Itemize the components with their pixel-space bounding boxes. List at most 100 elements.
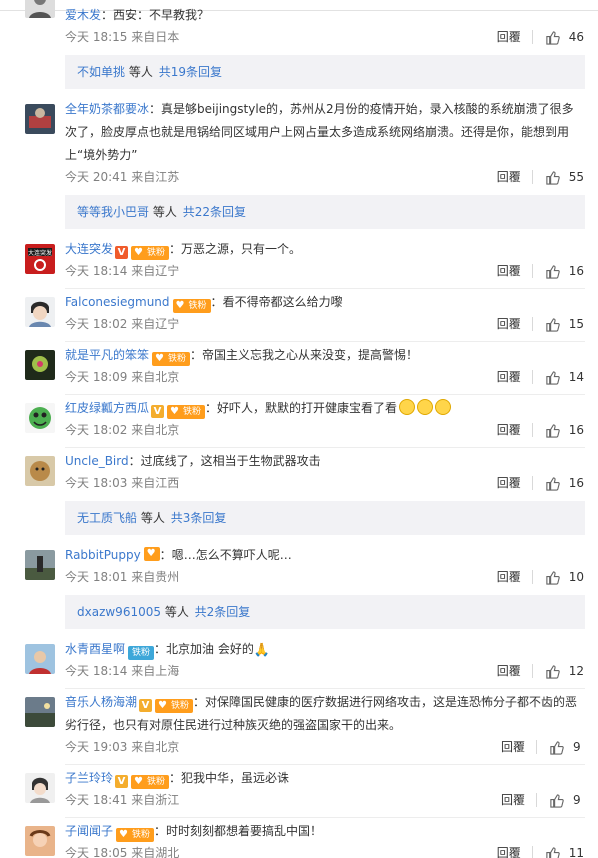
comment-meta: 今天 20:41 来自江苏 bbox=[65, 170, 180, 184]
comment-actions: 回覆 15 bbox=[497, 316, 584, 332]
reply-button[interactable]: 回覆 bbox=[497, 569, 521, 585]
comment-text: 西安：不早教我？ bbox=[113, 8, 210, 22]
action-divider bbox=[536, 740, 537, 754]
sub-reply-more-link[interactable]: 共19条回复 bbox=[159, 65, 222, 79]
comment-actions: 回覆 12 bbox=[497, 663, 584, 679]
like-icon[interactable] bbox=[545, 370, 560, 385]
sub-reply-more-link[interactable]: 共2条回复 bbox=[195, 605, 251, 619]
reply-button[interactable]: 回覆 bbox=[497, 663, 521, 679]
reply-button[interactable]: 回覆 bbox=[501, 739, 525, 755]
like-icon[interactable] bbox=[545, 317, 560, 332]
comment-meta: 今天 18:09 来自北京 bbox=[65, 370, 180, 384]
like-icon[interactable] bbox=[545, 170, 560, 185]
comment-body: 就是平凡的笨笨铁粉：帝国主义忘我之心从来没变，提高警惕！ bbox=[65, 344, 584, 367]
action-divider bbox=[531, 664, 533, 678]
username[interactable]: 就是平凡的笨笨 bbox=[65, 348, 149, 362]
username[interactable]: 子闻闻子 bbox=[65, 824, 113, 838]
comment-body: 水青酉星啊 铁粉 ：北京加油 会好的🙏 bbox=[65, 638, 584, 662]
comment-body: 音乐人杨海潮V铁粉：对保障国民健康的医疗数据进行网络攻击，这是连恐怖分子都不齿的… bbox=[65, 691, 584, 737]
avatar[interactable] bbox=[25, 826, 55, 856]
reply-button[interactable]: 回覆 bbox=[497, 369, 521, 385]
like-icon[interactable] bbox=[545, 423, 560, 438]
verified-badge[interactable]: V bbox=[115, 246, 129, 259]
like-count: 12 bbox=[568, 664, 584, 678]
sub-reply-summary[interactable]: 无工质飞船 等人 共3条回复 bbox=[65, 501, 585, 535]
reply-button[interactable]: 回覆 bbox=[497, 845, 521, 858]
verified-badge[interactable]: V bbox=[115, 775, 129, 788]
sub-reply-summary[interactable]: 等等我小巴哥 等人 共22条回复 bbox=[65, 195, 585, 229]
sub-reply-user[interactable]: dxazw961005 bbox=[77, 605, 161, 619]
like-icon[interactable] bbox=[549, 793, 564, 808]
username[interactable]: 音乐人杨海潮 bbox=[65, 695, 137, 709]
username[interactable]: 爱木发 bbox=[65, 8, 101, 22]
verified-badge[interactable]: V bbox=[151, 405, 165, 418]
avatar[interactable] bbox=[25, 104, 55, 134]
fan-badge[interactable]: 铁粉 bbox=[167, 405, 206, 419]
fan-badge[interactable]: 铁粉 bbox=[172, 299, 211, 313]
like-icon[interactable] bbox=[545, 570, 560, 585]
fan-badge[interactable]: 铁粉 bbox=[152, 352, 191, 366]
avatar[interactable] bbox=[25, 550, 55, 580]
like-icon[interactable] bbox=[545, 476, 560, 491]
like-icon[interactable] bbox=[545, 264, 560, 279]
avatar[interactable] bbox=[25, 350, 55, 380]
avatar[interactable]: 大连突发 bbox=[25, 244, 55, 274]
sub-reply-summary[interactable]: dxazw961005 等人 共2条回复 bbox=[65, 595, 585, 629]
fan-badge[interactable]: 铁粉 bbox=[131, 775, 170, 789]
sub-reply-user[interactable]: 不如单挑 bbox=[77, 65, 125, 79]
reply-button[interactable]: 回覆 bbox=[497, 422, 521, 438]
fan-badge[interactable]: 铁粉 bbox=[116, 828, 155, 842]
like-count: 9 bbox=[573, 793, 581, 807]
comment-actions: 回覆 10 bbox=[497, 569, 584, 585]
avatar[interactable] bbox=[25, 0, 55, 18]
sub-reply-user[interactable]: 无工质飞船 bbox=[77, 511, 137, 525]
like-icon[interactable] bbox=[549, 740, 564, 755]
username[interactable]: 大连突发 bbox=[65, 242, 113, 256]
sub-reply-user[interactable]: 等等我小巴哥 bbox=[77, 205, 149, 219]
comment-actions: 回覆 55 bbox=[497, 169, 584, 185]
action-divider bbox=[531, 423, 533, 437]
fan-badge[interactable]: 铁粉 bbox=[128, 646, 155, 660]
reply-button[interactable]: 回覆 bbox=[497, 169, 521, 185]
username[interactable]: 全年奶茶都要冰 bbox=[65, 102, 149, 116]
verified-badge[interactable]: V bbox=[139, 699, 153, 712]
divider bbox=[65, 341, 585, 342]
reply-button[interactable]: 回覆 bbox=[501, 792, 525, 808]
comment-actions: 回覆 9 bbox=[501, 739, 584, 755]
avatar[interactable] bbox=[25, 773, 55, 803]
sub-reply-summary[interactable]: 不如单挑 等人 共19条回复 bbox=[65, 55, 585, 89]
fan-badge[interactable] bbox=[143, 547, 160, 561]
comment-text: 万恶之源，只有一个。 bbox=[181, 242, 302, 256]
comment-body: RabbitPuppy：嗯…怎么不算吓人呢… bbox=[65, 544, 584, 567]
like-count: 15 bbox=[568, 317, 584, 331]
username[interactable]: 红皮绿瓤方西瓜 bbox=[65, 401, 149, 415]
comment-body: 全年奶茶都要冰：真是够beijingstyle的，苏州从2月份的疫情开始，录入核… bbox=[65, 102, 574, 162]
username[interactable]: 子兰玲玲 bbox=[65, 771, 113, 785]
avatar[interactable] bbox=[25, 456, 55, 486]
avatar[interactable] bbox=[25, 644, 55, 674]
username[interactable]: Falconesiegmund bbox=[65, 295, 170, 309]
reply-button[interactable]: 回覆 bbox=[497, 263, 521, 279]
like-icon[interactable] bbox=[545, 846, 560, 858]
username[interactable]: 水青酉星啊 bbox=[65, 642, 125, 656]
username[interactable]: RabbitPuppy bbox=[65, 548, 141, 562]
sub-reply-more-link[interactable]: 共22条回复 bbox=[183, 205, 246, 219]
reply-button[interactable]: 回覆 bbox=[497, 316, 521, 332]
comment-actions: 回覆 16 bbox=[497, 422, 584, 438]
avatar[interactable] bbox=[25, 297, 55, 327]
username[interactable]: Uncle_Bird bbox=[65, 454, 129, 468]
avatar[interactable] bbox=[25, 403, 55, 433]
reply-button[interactable]: 回覆 bbox=[497, 475, 521, 491]
reply-button[interactable]: 回覆 bbox=[497, 29, 521, 45]
like-icon[interactable] bbox=[545, 30, 560, 45]
like-icon[interactable] bbox=[545, 664, 560, 679]
comment-meta: 今天 18:02 来自辽宁 bbox=[65, 317, 180, 331]
sub-reply-more-link[interactable]: 共3条回复 bbox=[171, 511, 227, 525]
fan-badge[interactable]: 铁粉 bbox=[131, 246, 170, 260]
comment-actions: 回覆 16 bbox=[497, 263, 584, 279]
fan-badge[interactable]: 铁粉 bbox=[155, 699, 194, 713]
comment-body: Falconesiegmund铁粉：看不得帝都这么给力嚟 bbox=[65, 291, 584, 314]
avatar[interactable] bbox=[25, 697, 55, 727]
svg-text:大连突发: 大连突发 bbox=[28, 249, 52, 257]
sub-reply-etc: 等人 bbox=[164, 605, 189, 619]
